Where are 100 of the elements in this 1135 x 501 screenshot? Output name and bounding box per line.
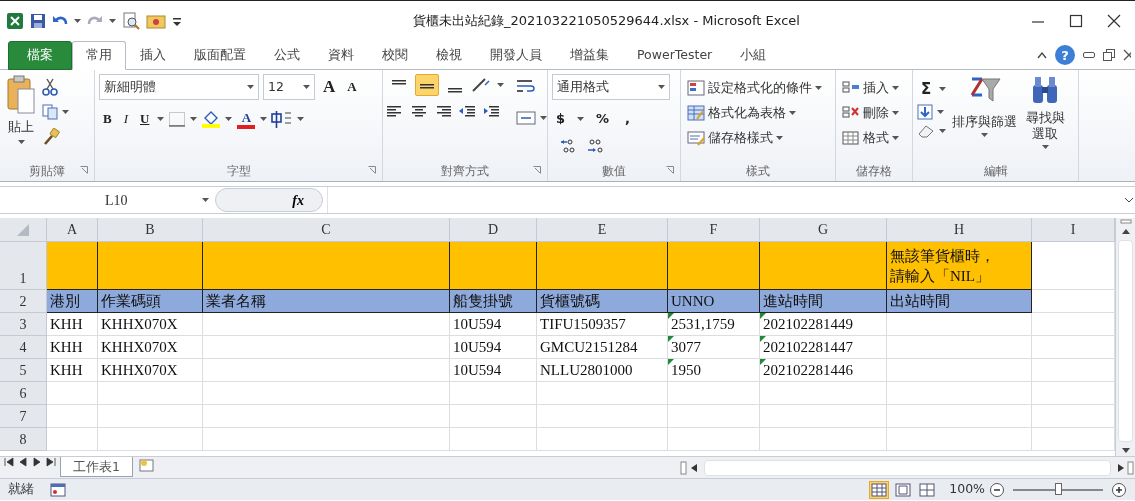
column-header[interactable]: F	[668, 218, 760, 242]
sheet-tab[interactable]: 工作表1	[60, 457, 133, 477]
insert-button[interactable]: 插入	[840, 78, 901, 99]
caret-icon[interactable]	[939, 87, 947, 91]
align-left-icon[interactable]	[387, 104, 403, 118]
caret-icon[interactable]	[937, 110, 944, 114]
close-icon[interactable]	[1107, 13, 1121, 28]
font-size-dropdown[interactable]: 12	[263, 74, 315, 100]
row-header[interactable]: 8	[0, 428, 47, 451]
scrollbar-thumb[interactable]	[1118, 240, 1133, 442]
autosum-button[interactable]: Σ	[917, 78, 936, 100]
caret-icon[interactable]	[303, 85, 310, 89]
wrap-text-icon[interactable]	[516, 78, 536, 94]
ribbon-tab[interactable]: 插入	[126, 41, 180, 70]
normal-view-icon[interactable]	[869, 480, 890, 499]
decrease-indent-icon[interactable]	[459, 104, 475, 118]
spreadsheet-logo-icon[interactable]	[6, 11, 24, 30]
column-header[interactable]: E	[537, 218, 668, 242]
caret-icon[interactable]	[892, 111, 899, 116]
copy-icon[interactable]	[42, 104, 58, 120]
decrease-decimal-icon[interactable]	[586, 138, 604, 154]
ribbon-tab[interactable]: 檔案	[8, 41, 72, 70]
caret-icon[interactable]	[190, 117, 198, 121]
delete-button[interactable]: 刪除	[840, 102, 901, 124]
column-header[interactable]: A	[47, 218, 98, 242]
ribbon-tab[interactable]: 資料	[314, 41, 368, 70]
dialog-launcher-icon[interactable]	[80, 166, 88, 174]
increase-indent-icon[interactable]	[483, 104, 499, 118]
column-header[interactable]: G	[760, 218, 887, 242]
split-handle-icon[interactable]	[1119, 218, 1132, 226]
maximize-icon[interactable]	[1069, 13, 1083, 28]
comma-style-button[interactable]: ,	[621, 108, 635, 130]
prev-sheet-icon[interactable]	[18, 457, 28, 467]
collapse-ribbon-icon[interactable]	[1037, 51, 1047, 59]
vertical-scrollbar[interactable]	[1115, 218, 1135, 456]
caret-icon[interactable]	[260, 117, 268, 121]
row-header[interactable]: 1	[0, 242, 47, 290]
caret-icon[interactable]	[202, 198, 209, 202]
number-format-dropdown[interactable]: 通用格式	[552, 74, 670, 100]
name-box[interactable]: L10	[0, 187, 215, 213]
italic-button[interactable]: I	[119, 108, 132, 130]
caret-icon[interactable]	[1041, 145, 1049, 149]
row-header[interactable]: 4	[0, 336, 47, 359]
ribbon-tab[interactable]: 小組	[726, 41, 781, 70]
split-handle-icon[interactable]	[680, 460, 688, 475]
error-indicator-icon[interactable]	[668, 359, 674, 365]
horizontal-scrollbar[interactable]	[680, 457, 1135, 478]
page-break-preview-icon[interactable]	[917, 480, 938, 499]
dialog-launcher-icon[interactable]	[533, 166, 541, 174]
merge-center-icon[interactable]	[516, 110, 536, 126]
row-header[interactable]: 5	[0, 359, 47, 382]
ribbon-tab[interactable]: 版面配置	[180, 41, 260, 70]
align-right-icon[interactable]	[435, 104, 451, 118]
format-as-table-button[interactable]: 格式化為表格	[685, 102, 824, 124]
caret-icon[interactable]	[892, 86, 899, 91]
format-painter-icon[interactable]	[42, 128, 60, 146]
dialog-launcher-icon[interactable]	[368, 166, 376, 174]
column-header[interactable]: I	[1032, 218, 1115, 242]
ribbon-tab[interactable]: 檢視	[422, 41, 476, 70]
caret-icon[interactable]	[297, 117, 305, 121]
sort-filter-button[interactable]: 排序與篩選	[950, 74, 1020, 161]
align-center-icon[interactable]	[411, 104, 427, 118]
caret-icon[interactable]	[815, 86, 822, 91]
error-indicator-icon[interactable]	[760, 336, 766, 342]
zoom-in-icon[interactable]	[1111, 481, 1127, 498]
caret-icon[interactable]	[62, 110, 69, 114]
cell-styles-button[interactable]: 儲存格樣式	[685, 127, 824, 149]
increase-decimal-icon[interactable]	[560, 138, 578, 154]
caret-icon[interactable]	[17, 139, 25, 144]
paste-button[interactable]: 貼上	[4, 74, 38, 161]
zoom-level[interactable]: 100%	[949, 480, 985, 499]
ribbon-tab[interactable]: 常用	[72, 41, 126, 70]
error-indicator-icon[interactable]	[760, 359, 766, 365]
find-select-button[interactable]: 尋找與選取	[1023, 74, 1068, 161]
column-header[interactable]: H	[887, 218, 1032, 242]
caret-icon[interactable]	[981, 133, 989, 137]
ribbon-tab[interactable]: 開發人員	[476, 41, 556, 70]
underline-button[interactable]: U	[136, 108, 154, 130]
scrollbar-thumb[interactable]	[704, 459, 1111, 476]
column-header[interactable]: D	[450, 218, 537, 242]
dialog-launcher-icon[interactable]	[666, 166, 674, 174]
caret-icon[interactable]	[789, 111, 796, 116]
caret-icon[interactable]	[497, 83, 504, 87]
macro-record-icon[interactable]	[50, 482, 66, 497]
fill-color-icon[interactable]	[201, 110, 222, 128]
column-header[interactable]: C	[203, 218, 450, 242]
caret-icon[interactable]	[109, 18, 116, 23]
caret-icon[interactable]	[939, 129, 946, 133]
close-icon[interactable]	[1123, 49, 1131, 61]
restore-icon[interactable]	[1103, 49, 1115, 61]
bold-button[interactable]: B	[99, 108, 116, 130]
folder-icon[interactable]	[146, 12, 166, 29]
error-indicator-icon[interactable]	[668, 336, 674, 342]
caret-icon[interactable]	[157, 117, 165, 121]
currency-button[interactable]: $	[552, 108, 570, 130]
caret-icon[interactable]	[247, 85, 254, 89]
ribbon-tab[interactable]: 校閱	[368, 41, 422, 70]
first-sheet-icon[interactable]	[4, 457, 14, 467]
font-name-dropdown[interactable]: 新細明體	[99, 74, 259, 100]
percent-button[interactable]: %	[592, 108, 614, 130]
